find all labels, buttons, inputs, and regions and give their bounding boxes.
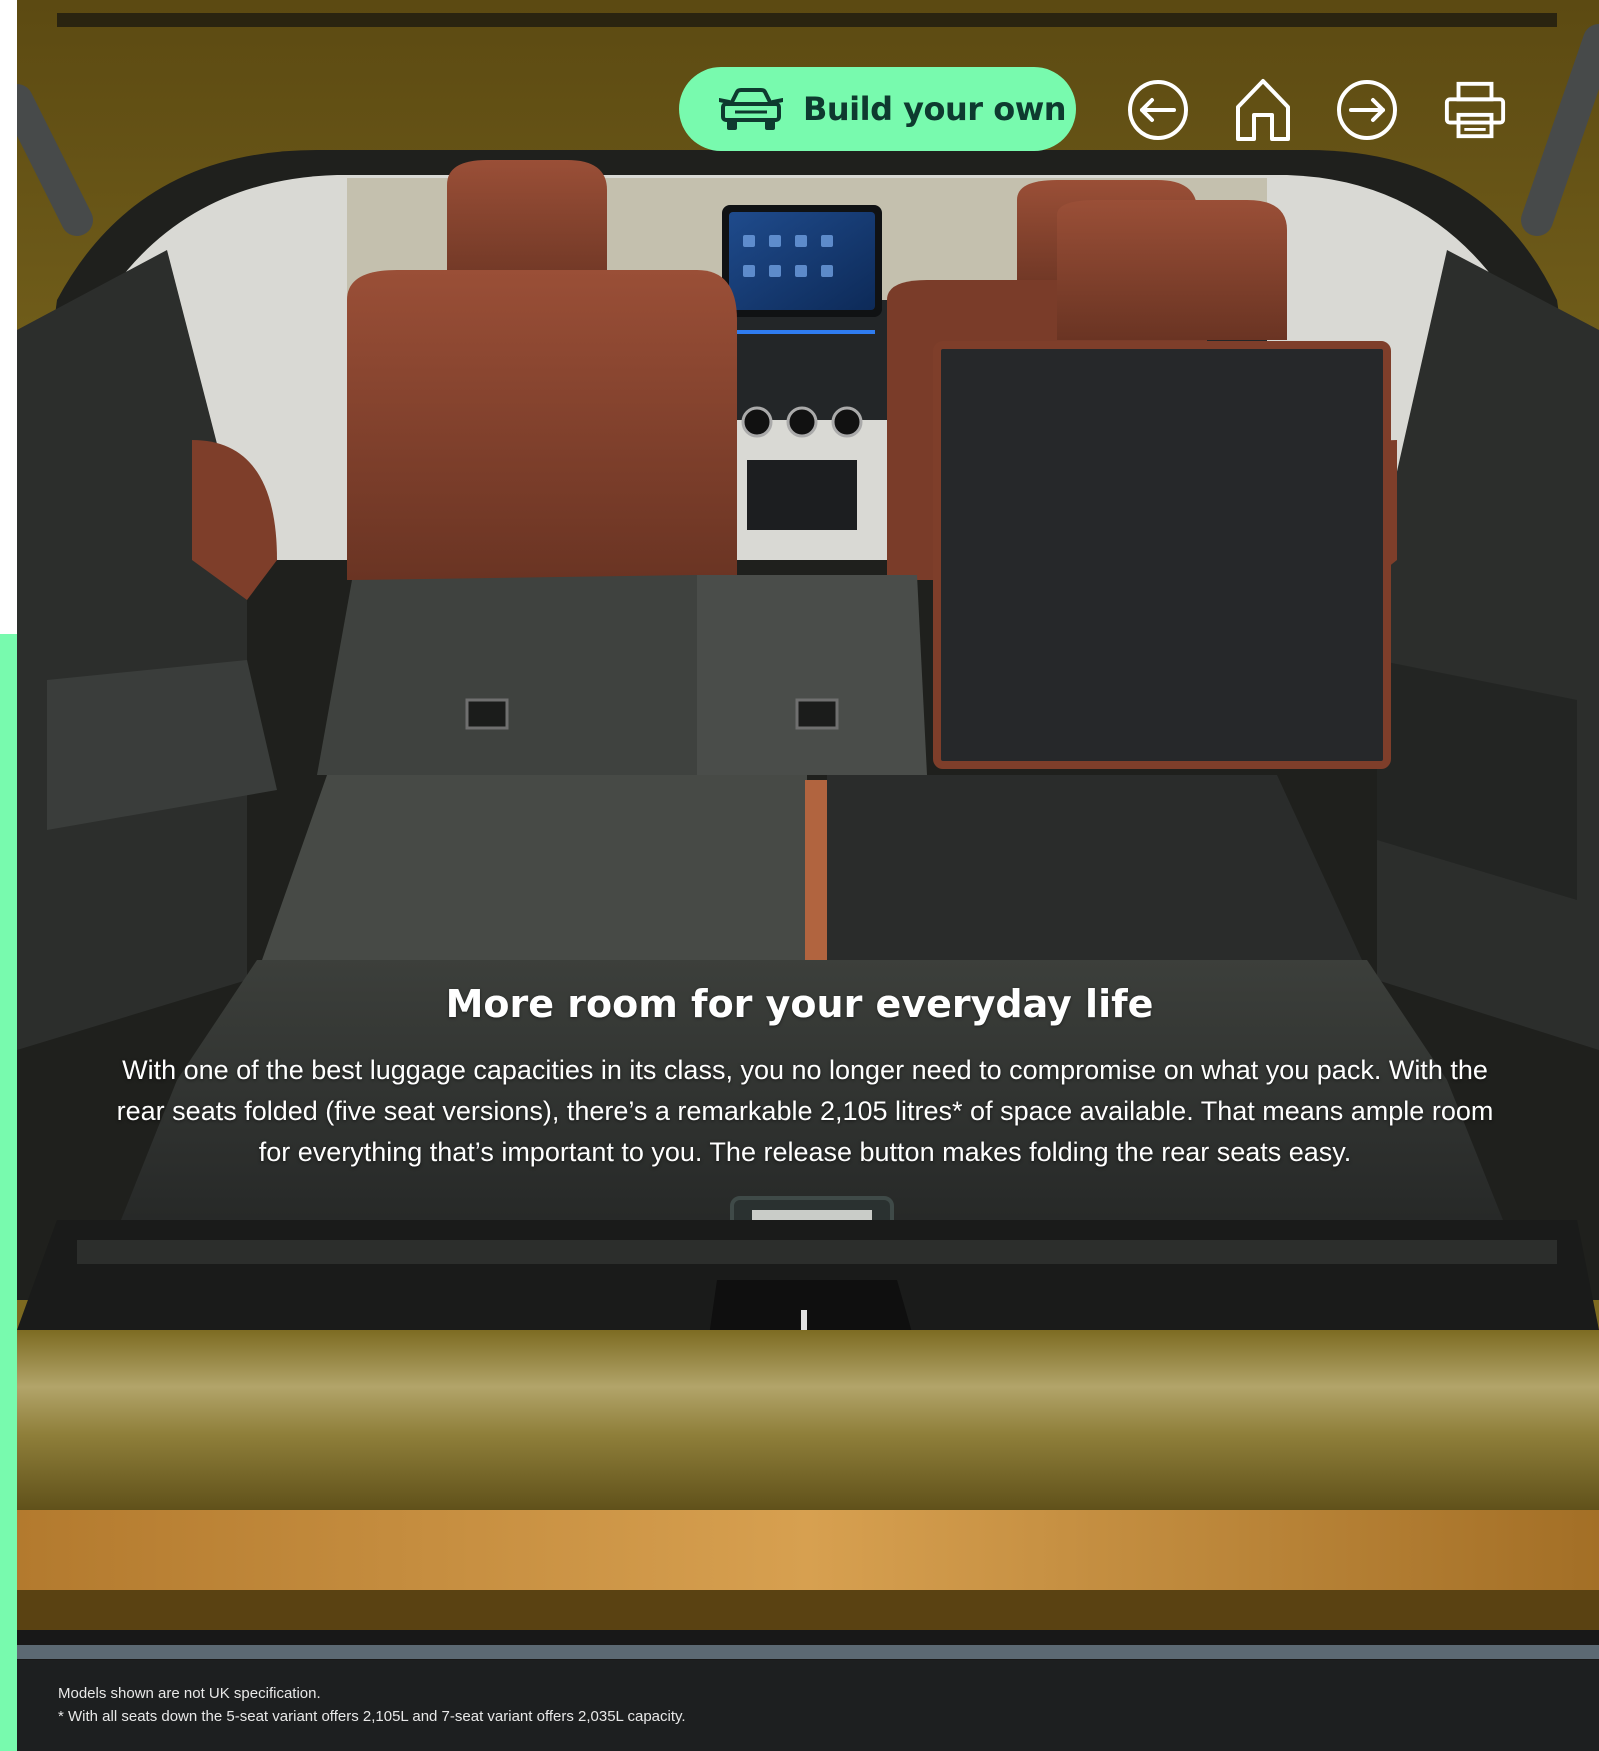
arrow-left-circle-icon[interactable] bbox=[1125, 77, 1191, 143]
footnotes: Models shown are not UK specification. *… bbox=[58, 1682, 686, 1728]
home-icon[interactable] bbox=[1230, 77, 1296, 143]
capacity-footnote: * With all seats down the 5-seat variant… bbox=[58, 1708, 686, 1725]
boot-photo bbox=[17, 0, 1599, 1751]
accent-side-strip bbox=[0, 0, 17, 1751]
printer-icon[interactable] bbox=[1443, 77, 1507, 143]
disclaimer-text: Models shown are not UK specification. bbox=[58, 1685, 321, 1702]
section-headline: More room for your everyday life bbox=[445, 982, 1154, 1026]
boot-illustration bbox=[17, 0, 1599, 1751]
arrow-right-circle-icon[interactable] bbox=[1334, 77, 1400, 143]
section-paragraph: With one of the best luggage capacities … bbox=[116, 1055, 1494, 1167]
car-front-icon bbox=[719, 88, 783, 130]
build-your-own-label: Build your own bbox=[803, 90, 1067, 128]
build-your-own-button[interactable]: Build your own bbox=[679, 67, 1076, 151]
